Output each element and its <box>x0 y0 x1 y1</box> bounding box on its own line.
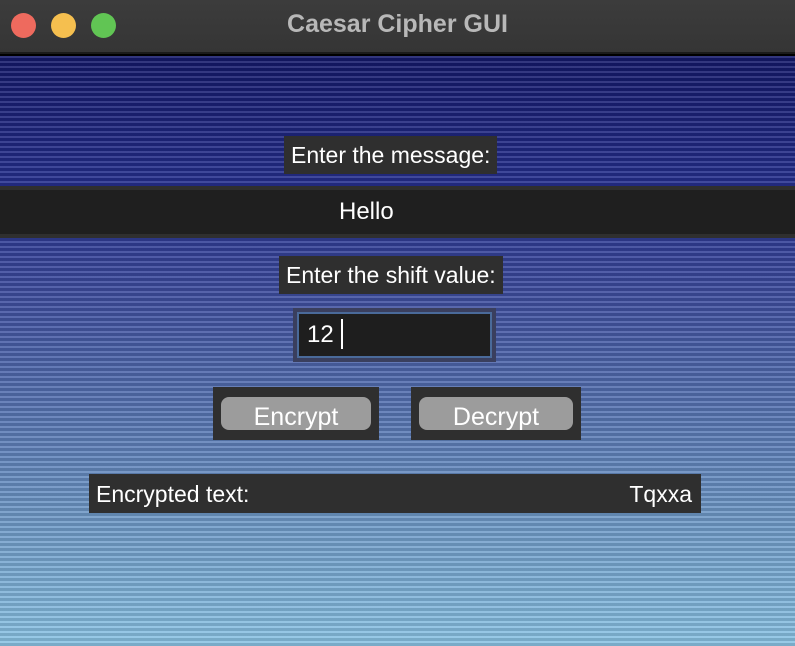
result-label: Encrypted text: <box>96 481 250 507</box>
title-bar: Caesar Cipher GUI <box>0 0 795 54</box>
window-title: Caesar Cipher GUI <box>287 10 508 38</box>
decrypt-button-frame: Decrypt <box>411 387 581 440</box>
text-cursor <box>340 318 343 349</box>
result-display: Encrypted text: Tqxxa <box>89 474 701 513</box>
app-window: Caesar Cipher GUI Enter the message: Hel… <box>0 0 795 646</box>
shift-input[interactable]: 12 <box>297 312 492 358</box>
decrypt-button[interactable]: Decrypt <box>419 397 573 431</box>
encrypt-button-frame: Encrypt <box>213 387 379 440</box>
message-input-value: Hello <box>339 198 394 225</box>
shift-label: Enter the shift value: <box>279 256 503 294</box>
shift-input-frame: 12 <box>293 308 496 362</box>
main-content: Enter the message: Hello Enter the shift… <box>0 56 795 646</box>
message-input[interactable]: Hello <box>0 186 795 238</box>
result-value: Tqxxa <box>629 481 692 507</box>
message-label: Enter the message: <box>284 136 498 174</box>
encrypt-button[interactable]: Encrypt <box>221 397 371 431</box>
shift-input-value: 12 <box>307 321 334 348</box>
